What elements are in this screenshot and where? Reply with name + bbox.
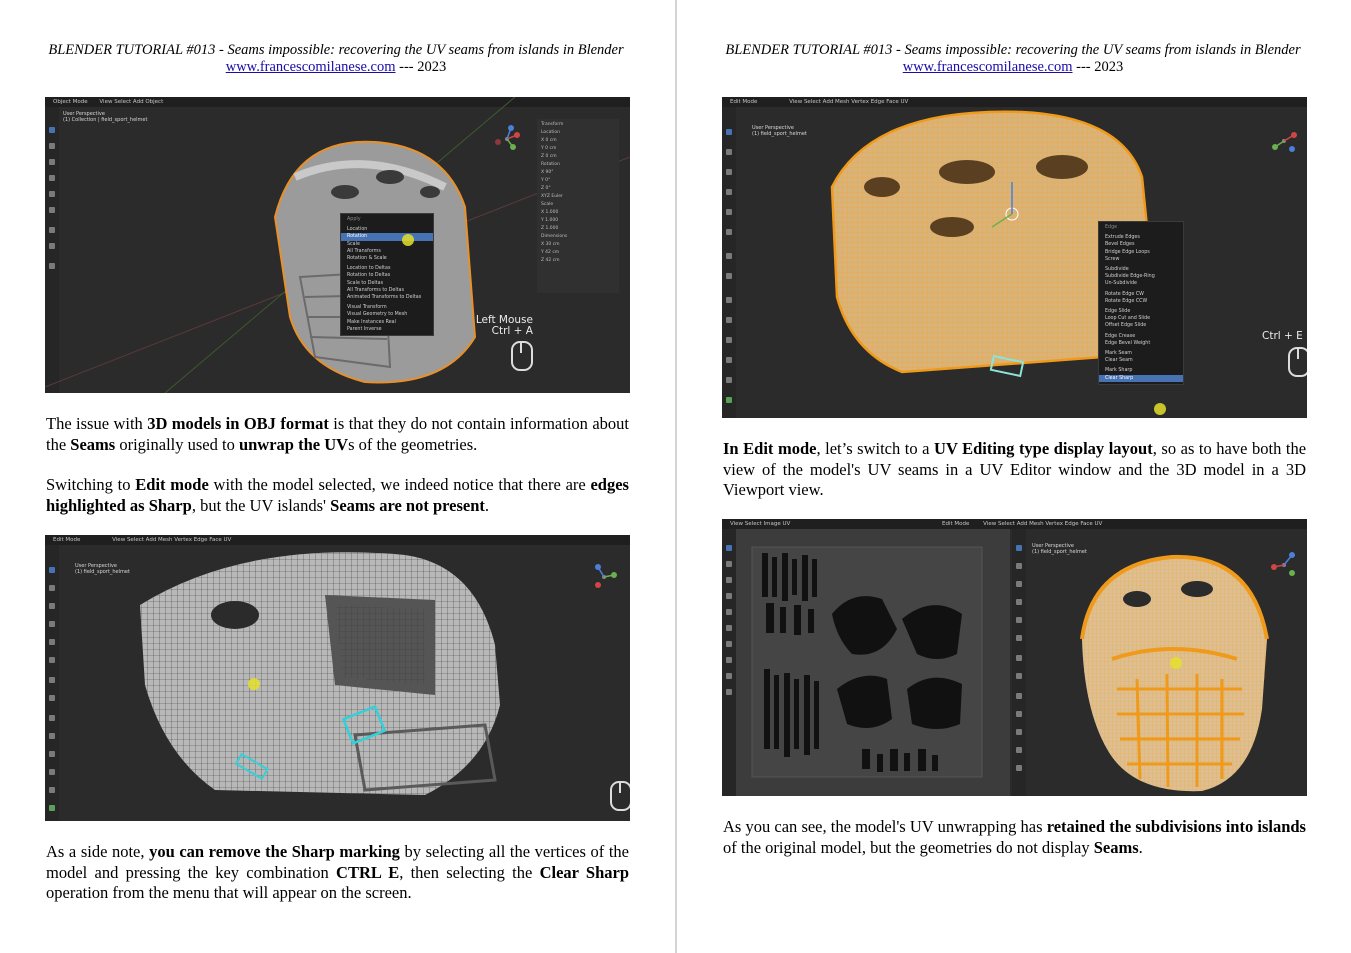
menu-item-bevel-edges[interactable]: Bevel Edges bbox=[1099, 241, 1183, 248]
shortcut-overlay: Left Mouse Ctrl + A bbox=[455, 315, 533, 337]
menu-item-rotation-deltas[interactable]: Rotation to Deltas bbox=[341, 272, 433, 279]
transform-side-panel: Transform Location X 0 cm Y 0 cm Z 0 cm … bbox=[537, 119, 619, 293]
header-year: --- 2023 bbox=[1072, 59, 1124, 75]
3d-viewport-pane[interactable]: User Perspective (1) field_sport_helmet bbox=[1012, 529, 1307, 796]
page-header: BLENDER TUTORIAL #013 - Seams impossible… bbox=[707, 42, 1319, 76]
menu-item-un-subdivide[interactable]: Un-Subdivide bbox=[1099, 280, 1183, 287]
transform-row: Dimensions bbox=[541, 234, 568, 239]
uv-editor-header: View Select Image UV Edit Mode View Sele… bbox=[722, 519, 1307, 529]
paragraph-clear-sharp: As a side note, you can remove the Sharp… bbox=[46, 842, 630, 902]
header-site-link[interactable]: www.francescomilanese.com bbox=[226, 59, 396, 75]
mouse-cursor-highlight bbox=[402, 234, 414, 246]
transform-row: Location bbox=[541, 130, 561, 135]
transform-row[interactable]: Y 0° bbox=[541, 177, 615, 185]
viewport-menus[interactable]: View Select Add Mesh Vertex Edge Face UV bbox=[983, 521, 1102, 527]
shortcut-key-label: Ctrl + E bbox=[1262, 330, 1303, 342]
mouse-icon bbox=[511, 341, 533, 371]
transform-row[interactable]: Y 1.000 bbox=[541, 217, 615, 225]
transform-row[interactable]: Z 0° bbox=[541, 185, 615, 193]
helmet-selected-view bbox=[1080, 554, 1269, 792]
menu-item-scale-deltas[interactable]: Scale to Deltas bbox=[341, 280, 433, 287]
transform-row[interactable]: Z 0 cm bbox=[541, 153, 615, 161]
transform-row[interactable]: X 30 cm bbox=[541, 241, 615, 249]
menu-item-mark-seam[interactable]: Mark Seam bbox=[1099, 350, 1183, 357]
transform-panel-title: Transform bbox=[541, 122, 564, 127]
left-page: BLENDER TUTORIAL #013 - Seams impossible… bbox=[0, 0, 676, 953]
shortcut-key-label: Ctrl + A bbox=[491, 325, 533, 337]
menu-item-edge-slide[interactable]: Edge Slide bbox=[1099, 308, 1183, 315]
edge-menu-title: Edge bbox=[1105, 225, 1118, 230]
mouse-icon bbox=[1288, 347, 1307, 377]
screenshot-edit-mode-wireframe: Edit Mode View Select Add Mesh Vertex Ed… bbox=[45, 535, 630, 821]
menu-item-all-transforms[interactable]: All Transforms bbox=[341, 248, 433, 255]
menu-item-subdivide[interactable]: Subdivide bbox=[1099, 266, 1183, 273]
menu-item-bridge-edge-loops[interactable]: Bridge Edge Loops bbox=[1099, 249, 1183, 256]
transform-row[interactable]: Y 42 cm bbox=[541, 249, 615, 257]
uv-editor-menus[interactable]: View Select Image UV bbox=[730, 521, 790, 527]
menu-item-subdivide-edge-ring[interactable]: Subdivide Edge-Ring bbox=[1099, 273, 1183, 280]
paragraph-edit-mode-sharp: Switching to Edit mode with the model se… bbox=[46, 475, 629, 515]
axis-gizmo-icon[interactable] bbox=[590, 563, 618, 591]
paragraph-uv-islands-result: As you can see, the model's UV unwrappin… bbox=[723, 817, 1306, 857]
right-page: BLENDER TUTORIAL #013 - Seams impossible… bbox=[677, 0, 1351, 953]
header-year: --- 2023 bbox=[395, 59, 447, 75]
menu-item-rotate-edge-cw[interactable]: Rotate Edge CW bbox=[1099, 291, 1183, 298]
mode-selector[interactable]: Edit Mode bbox=[942, 521, 969, 527]
paragraph-obj-format: The issue with 3D models in OBJ format i… bbox=[46, 414, 629, 454]
transform-row: Scale bbox=[541, 202, 554, 207]
transform-row[interactable]: Z 42 cm bbox=[541, 257, 615, 265]
helmet-selected-wireframe bbox=[830, 110, 1154, 378]
helmet-wireframe-view bbox=[140, 552, 500, 795]
header-site-link[interactable]: www.francescomilanese.com bbox=[903, 59, 1073, 75]
axis-gizmo-icon[interactable] bbox=[493, 125, 521, 153]
header-title: BLENDER TUTORIAL #013 - Seams impossible… bbox=[725, 42, 1301, 58]
menu-item-loop-cut-slide[interactable]: Loop Cut and Slide bbox=[1099, 315, 1183, 322]
apply-menu-title: Apply bbox=[347, 217, 361, 222]
menu-item-screw[interactable]: Screw bbox=[1099, 256, 1183, 263]
menu-item-rotation-scale[interactable]: Rotation & Scale bbox=[341, 255, 433, 262]
uv-editor-pane[interactable] bbox=[722, 529, 1010, 796]
menu-item-clear-sharp[interactable]: Clear Sharp bbox=[1099, 374, 1183, 382]
uv-islands-layout bbox=[751, 546, 983, 778]
transform-row[interactable]: Y 0 cm bbox=[541, 145, 615, 153]
menu-item-location-deltas[interactable]: Location to Deltas bbox=[341, 265, 433, 272]
mouse-cursor-highlight bbox=[1170, 657, 1182, 669]
transform-row: Rotation bbox=[541, 162, 560, 167]
paragraph-uv-editing-layout: In Edit mode, let’s switch to a UV Editi… bbox=[723, 439, 1307, 499]
page-header: BLENDER TUTORIAL #013 - Seams impossible… bbox=[30, 42, 642, 76]
menu-item-clear-seam[interactable]: Clear Seam bbox=[1099, 357, 1183, 364]
mouse-cursor-highlight bbox=[248, 678, 260, 690]
axis-gizmo-icon[interactable] bbox=[1270, 551, 1298, 579]
menu-item-animated-transforms-deltas[interactable]: Animated Transforms to Deltas bbox=[341, 294, 433, 301]
menu-item-offset-edge-slide[interactable]: Offset Edge Slide bbox=[1099, 322, 1183, 329]
menu-item-rotate-edge-ccw[interactable]: Rotate Edge CCW bbox=[1099, 298, 1183, 305]
menu-item-visual-geometry-mesh[interactable]: Visual Geometry to Mesh bbox=[341, 311, 433, 318]
menu-item-edge-bevel-weight[interactable]: Edge Bevel Weight bbox=[1099, 340, 1183, 347]
edge-menu: Edge Extrude Edges Bevel Edges Bridge Ed… bbox=[1098, 221, 1184, 385]
transform-row[interactable]: X 90° bbox=[541, 169, 615, 177]
screenshot-edge-menu: Edit Mode View Select Add Mesh Vertex Ed… bbox=[722, 97, 1307, 418]
apply-menu: Apply Location Rotation Scale All Transf… bbox=[340, 213, 434, 337]
menu-item-parent-inverse[interactable]: Parent Inverse bbox=[341, 326, 433, 333]
axis-gizmo-icon[interactable] bbox=[1270, 127, 1298, 155]
menu-item-extrude-edges[interactable]: Extrude Edges bbox=[1099, 234, 1183, 241]
mouse-cursor-highlight bbox=[1154, 403, 1166, 415]
mouse-icon bbox=[610, 781, 630, 811]
transform-row[interactable]: X 0 cm bbox=[541, 137, 615, 145]
menu-item-location[interactable]: Location bbox=[341, 226, 433, 233]
screenshot-uv-editing: View Select Image UV Edit Mode View Sele… bbox=[722, 519, 1307, 796]
transform-row[interactable]: XYZ Euler bbox=[541, 193, 615, 201]
screenshot-object-mode-apply: Object Mode View Select Add Object User … bbox=[45, 97, 630, 393]
transform-row[interactable]: Z 1.000 bbox=[541, 225, 615, 233]
menu-item-edge-crease[interactable]: Edge Crease bbox=[1099, 333, 1183, 340]
menu-item-mark-sharp[interactable]: Mark Sharp bbox=[1099, 367, 1183, 374]
transform-row[interactable]: X 1.000 bbox=[541, 209, 615, 217]
menu-item-all-transforms-deltas[interactable]: All Transforms to Deltas bbox=[341, 287, 433, 294]
menu-item-rotation[interactable]: Rotation bbox=[341, 233, 433, 241]
shortcut-overlay: Ctrl + E bbox=[1262, 331, 1307, 342]
header-title: BLENDER TUTORIAL #013 - Seams impossible… bbox=[48, 42, 624, 58]
menu-item-scale[interactable]: Scale bbox=[341, 241, 433, 248]
menu-item-visual-transform[interactable]: Visual Transform bbox=[341, 304, 433, 311]
menu-item-make-instances-real[interactable]: Make Instances Real bbox=[341, 319, 433, 326]
